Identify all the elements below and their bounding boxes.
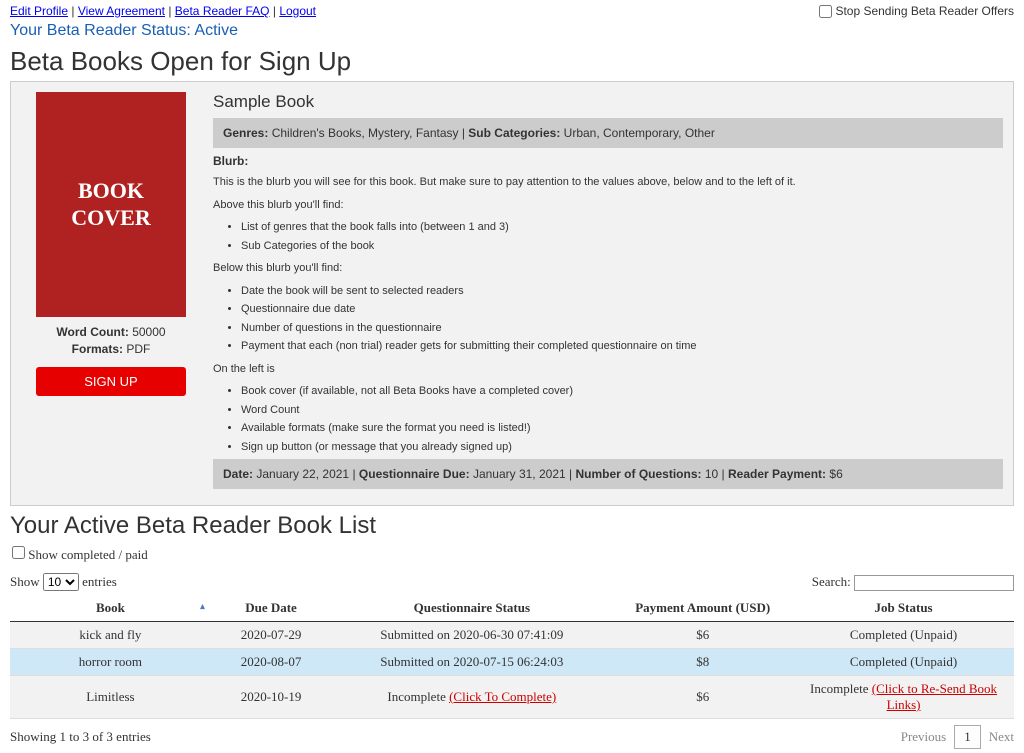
pager-page-1[interactable]: 1: [954, 725, 981, 749]
cell-book: Limitless: [10, 676, 211, 719]
book-cover: BOOK COVER: [36, 92, 186, 317]
view-agreement-link[interactable]: View Agreement: [78, 4, 165, 18]
show-completed-checkbox[interactable]: [12, 546, 25, 559]
cell-job-status: Completed (Unpaid): [793, 649, 1014, 676]
book-list-table: Book Due Date Questionnaire Status Payme…: [10, 595, 1014, 719]
cell-job-status: Incomplete (Click to Re-Send Book Links): [793, 676, 1014, 719]
table-info: Showing 1 to 3 of 3 entries: [10, 729, 151, 745]
complete-questionnaire-link[interactable]: (Click To Complete): [449, 689, 556, 704]
cell-payment: $8: [612, 649, 793, 676]
col-job-status[interactable]: Job Status: [793, 595, 1014, 622]
cell-book: horror room: [10, 649, 211, 676]
cell-payment: $6: [612, 676, 793, 719]
show-completed-label: Show completed / paid: [28, 547, 148, 562]
table-row: Limitless2020-10-19Incomplete (Click To …: [10, 676, 1014, 719]
logout-link[interactable]: Logout: [279, 4, 316, 18]
stop-offers-toggle[interactable]: Stop Sending Beta Reader Offers: [819, 4, 1014, 18]
open-books-heading: Beta Books Open for Sign Up: [10, 46, 1014, 77]
book-title: Sample Book: [213, 92, 1003, 112]
search-input[interactable]: [854, 575, 1014, 591]
list-item: Sign up button (or message that you alre…: [241, 439, 1003, 456]
list-item: Available formats (make sure the format …: [241, 420, 1003, 437]
cell-questionnaire-status: Incomplete (Click To Complete): [331, 676, 612, 719]
cell-book: kick and fly: [10, 622, 211, 649]
cell-due-date: 2020-08-07: [211, 649, 331, 676]
cell-due-date: 2020-07-29: [211, 622, 331, 649]
stop-offers-label: Stop Sending Beta Reader Offers: [835, 4, 1014, 18]
blurb-body: This is the blurb you will see for this …: [213, 174, 1003, 455]
genre-bar: Genres: Children's Books, Mystery, Fanta…: [213, 118, 1003, 148]
active-list-heading: Your Active Beta Reader Book List: [10, 512, 1014, 540]
beta-reader-faq-link[interactable]: Beta Reader FAQ: [175, 4, 270, 18]
top-nav: Edit Profile | View Agreement | Beta Rea…: [10, 4, 316, 18]
list-item: Date the book will be sent to selected r…: [241, 283, 1003, 300]
formats: Formats: PDF: [21, 342, 201, 356]
list-item: Sub Categories of the book: [241, 238, 1003, 255]
cell-payment: $6: [612, 622, 793, 649]
stop-offers-checkbox[interactable]: [819, 5, 832, 18]
col-payment-amount[interactable]: Payment Amount (USD): [612, 595, 793, 622]
search-control: Search:: [812, 574, 1014, 591]
cell-job-status: Completed (Unpaid): [793, 622, 1014, 649]
col-questionnaire-status[interactable]: Questionnaire Status: [331, 595, 612, 622]
table-row: horror room2020-08-07Submitted on 2020-0…: [10, 649, 1014, 676]
book-footer-bar: Date: January 22, 2021 | Questionnaire D…: [213, 459, 1003, 489]
sign-up-button[interactable]: SIGN UP: [36, 367, 186, 396]
list-item: List of genres that the book falls into …: [241, 219, 1003, 236]
edit-profile-link[interactable]: Edit Profile: [10, 4, 68, 18]
list-item: Book cover (if available, not all Beta B…: [241, 383, 1003, 400]
show-completed-toggle[interactable]: Show completed / paid: [12, 547, 148, 562]
cell-questionnaire-status: Submitted on 2020-07-15 06:24:03: [331, 649, 612, 676]
cell-due-date: 2020-10-19: [211, 676, 331, 719]
list-item: Word Count: [241, 402, 1003, 419]
cell-questionnaire-status: Submitted on 2020-06-30 07:41:09: [331, 622, 612, 649]
list-item: Number of questions in the questionnaire: [241, 320, 1003, 337]
col-due-date[interactable]: Due Date: [211, 595, 331, 622]
word-count: Word Count: 50000: [21, 325, 201, 339]
show-entries-control: Show 10 entries: [10, 573, 117, 591]
pager-prev[interactable]: Previous: [901, 729, 947, 745]
entries-select[interactable]: 10: [43, 573, 79, 591]
book-card: BOOK COVER Word Count: 50000 Formats: PD…: [10, 81, 1014, 506]
list-item: Questionnaire due date: [241, 301, 1003, 318]
pager: Previous 1 Next: [901, 725, 1014, 749]
table-row: kick and fly2020-07-29Submitted on 2020-…: [10, 622, 1014, 649]
col-book[interactable]: Book: [10, 595, 211, 622]
pager-next[interactable]: Next: [989, 729, 1014, 745]
blurb-label: Blurb:: [213, 154, 1003, 168]
beta-reader-status: Your Beta Reader Status: Active: [10, 22, 1014, 40]
resend-book-links-link[interactable]: (Click to Re-Send Book Links): [872, 681, 997, 712]
list-item: Payment that each (non trial) reader get…: [241, 338, 1003, 355]
